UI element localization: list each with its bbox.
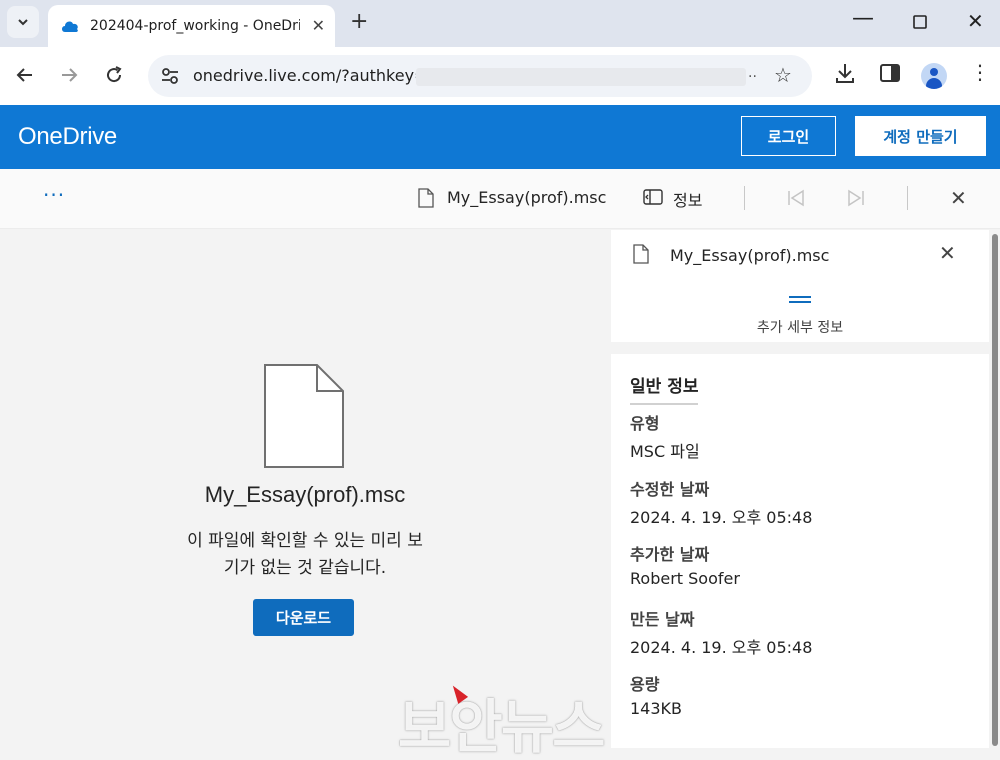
details-pane-header: My_Essay(prof).msc ✕ 추가 세부 정보 [611,230,989,342]
browser-tab-strip: 202404-prof_working - OneDrive ✕ + — ✕ [0,0,1000,47]
type-value: MSC 파일 [630,442,700,461]
download-button[interactable]: 다운로드 [253,599,354,636]
onedrive-cloud-icon [62,21,78,32]
side-panel-icon[interactable] [880,64,900,82]
preview-file-name: My_Essay(prof).msc [204,482,406,507]
no-preview-message-line1: 이 파일에 확인할 수 있는 미리 보 [187,531,423,551]
close-tab-icon[interactable]: ✕ [312,16,325,35]
large-file-icon [264,364,344,468]
profile-avatar[interactable] [921,63,947,89]
size-value: 143KB [630,699,683,718]
back-arrow-icon[interactable] [16,66,34,84]
divider [744,186,745,210]
tab-search-button[interactable] [7,6,39,38]
no-preview-message-line2: 기가 없는 것 같습니다. [223,558,387,578]
forward-arrow-icon[interactable] [60,66,78,84]
onedrive-header: OneDrive 로그인 계정 만들기 [0,105,1000,169]
maximize-icon[interactable] [913,15,927,29]
more-options-button[interactable]: ··· [43,183,65,207]
login-button[interactable]: 로그인 [741,116,836,156]
close-details-icon[interactable]: ✕ [939,241,956,265]
tab-title: 202404-prof_working - OneDrive [90,18,300,34]
close-window-icon[interactable]: ✕ [967,9,984,33]
modified-date-label: 수정한 날짜 [630,480,710,499]
previous-file-icon[interactable] [786,188,806,208]
info-panel-icon[interactable] [643,188,663,206]
address-bar[interactable]: onedrive.live.com/?authkey= .. ☆ [148,55,812,97]
file-icon [633,244,649,264]
onedrive-logo[interactable]: OneDrive [18,123,117,151]
more-details-link[interactable]: 추가 세부 정보 [611,317,989,337]
watermark-text: 보안뉴스 [398,693,605,760]
url-redacted-region [416,68,746,86]
general-info-title: 일반 정보 [630,372,699,405]
no-preview-message: 이 파일에 확인할 수 있는 미리 보 기가 없는 것 같습니다. [155,528,455,582]
create-account-button[interactable]: 계정 만들기 [855,116,986,156]
file-icon [418,188,434,208]
scrollbar-thumb[interactable] [992,234,998,746]
type-label: 유형 [630,414,660,433]
modified-date-value: 2024. 4. 19. 오후 05:48 [630,508,813,527]
size-label: 용량 [630,675,660,694]
details-pane-body: 일반 정보 유형 MSC 파일 수정한 날짜 2024. 4. 19. 오후 0… [611,354,989,748]
added-by-label: 추가한 날짜 [630,545,710,564]
info-button-label[interactable]: 정보 [673,187,702,211]
new-tab-button[interactable]: + [350,9,368,34]
chevron-down-icon [18,19,28,26]
browser-toolbar: onedrive.live.com/?authkey= .. ☆ ⋮ [0,47,1000,105]
details-file-name: My_Essay(prof).msc [670,246,830,265]
created-date-label: 만든 날짜 [630,610,695,629]
command-bar: ··· My_Essay(prof).msc 정보 ✕ [0,169,1000,229]
next-file-icon[interactable] [846,188,866,208]
site-settings-icon[interactable] [158,64,182,88]
browser-tab[interactable]: 202404-prof_working - OneDrive ✕ [48,5,335,47]
url-ellipsis: .. [748,65,757,81]
reload-icon[interactable] [105,66,123,84]
added-by-value: Robert Soofer [630,569,740,588]
more-details-icon[interactable] [789,296,811,304]
browser-menu-icon[interactable]: ⋮ [970,60,990,84]
close-viewer-icon[interactable]: ✕ [950,186,967,210]
divider [907,186,908,210]
url-text: onedrive.live.com/?authkey= [193,66,428,85]
viewer-file-name: My_Essay(prof).msc [447,188,607,207]
download-icon[interactable] [835,62,855,84]
minimize-icon[interactable]: — [852,6,874,31]
created-date-value: 2024. 4. 19. 오후 05:48 [630,638,813,657]
bookmark-star-icon[interactable]: ☆ [774,63,792,87]
